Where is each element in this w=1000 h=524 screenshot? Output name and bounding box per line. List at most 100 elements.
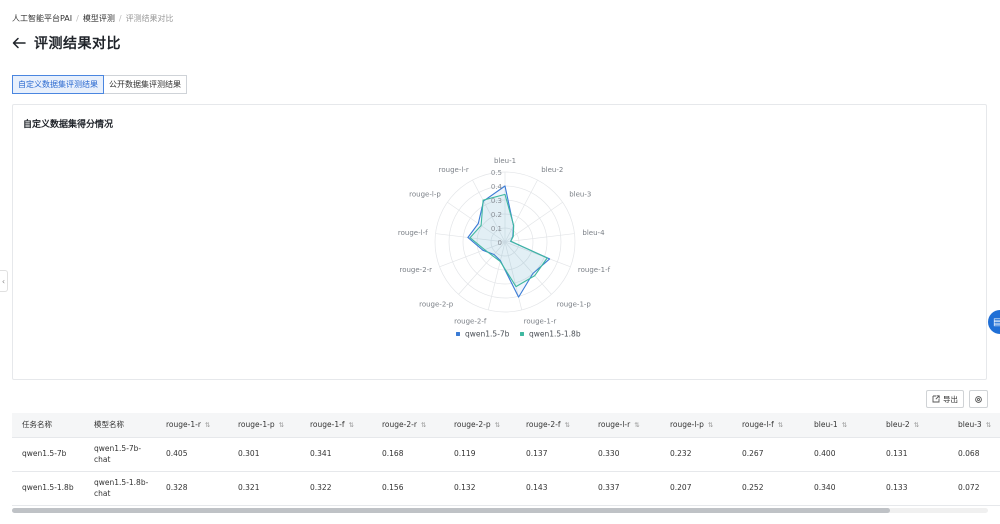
column-header-label: 模型名称 [94, 420, 124, 430]
radar-axis-label-bleu-1: bleu-1 [494, 157, 516, 165]
legend-swatch-qwen1.5-7b [456, 332, 460, 336]
radar-tick-label: 0.1 [491, 225, 502, 233]
tab-custom-dataset[interactable]: 自定义数据集评测结果 [12, 75, 104, 94]
sort-icon[interactable]: ⇅ [205, 421, 210, 429]
chevron-left-icon: ‹ [1, 276, 6, 286]
sort-icon[interactable]: ⇅ [778, 421, 783, 429]
page-header: 评测结果对比 [12, 33, 121, 53]
radar-axis-label-rouge-2-r: rouge-2-r [399, 266, 432, 274]
legend-swatch-qwen1.5-1.8b [520, 332, 524, 336]
table-cell-rouge-1-f: 0.322 [300, 471, 372, 506]
table-cell-rouge-1-f: 0.341 [300, 437, 372, 472]
column-header-label: rouge-1-r [166, 420, 201, 430]
table-cell-rouge-l-p: 0.207 [660, 471, 732, 506]
export-icon [932, 395, 940, 403]
arrow-left-icon[interactable] [12, 36, 26, 50]
table-cell-任务名称: qwen1.5-7b [12, 437, 84, 472]
table-cell-bleu-1: 0.400 [804, 437, 876, 472]
table-cell-rouge-2-r: 0.156 [372, 471, 444, 506]
column-header-bleu-1[interactable]: bleu-1 ⇅ [804, 413, 876, 438]
radar-axis-label-rouge-2-p: rouge-2-p [419, 300, 454, 308]
table-cell-rouge-1-r: 0.328 [156, 471, 228, 506]
column-header-label: rouge-2-r [382, 420, 417, 430]
sort-icon[interactable]: ⇅ [279, 421, 284, 429]
column-header-rouge-l-p[interactable]: rouge-l-p ⇅ [660, 413, 732, 438]
table-cell-bleu-3: 0.072 [948, 471, 1000, 506]
column-header-rouge-1-f[interactable]: rouge-1-f ⇅ [300, 413, 372, 438]
column-header-label: rouge-l-r [598, 420, 631, 430]
column-header-rouge-l-r[interactable]: rouge-l-r ⇅ [588, 413, 660, 438]
radar-axis-label-bleu-4: bleu-4 [582, 229, 605, 237]
column-header-label: rouge-1-p [238, 420, 275, 430]
radar-axis-label-rouge-1-p: rouge-1-p [557, 300, 592, 308]
column-header-模型名称: 模型名称 [84, 413, 156, 438]
table-cell-rouge-l-f: 0.267 [732, 437, 804, 472]
table-cell-bleu-2: 0.133 [876, 471, 948, 506]
table-cell-rouge-1-p: 0.301 [228, 437, 300, 472]
sort-icon[interactable]: ⇅ [842, 421, 847, 429]
legend-label-qwen1.5-7b: qwen1.5-7b [465, 330, 510, 339]
radar-axis-label-bleu-3: bleu-3 [569, 191, 591, 199]
table-row: qwen1.5-1.8b qwen1.5-1.8b-chat 0.328 0.321 0… [12, 471, 1000, 506]
column-header-rouge-2-f[interactable]: rouge-2-f ⇅ [516, 413, 588, 438]
breadcrumb-separator: / [118, 14, 122, 23]
column-header-rouge-2-r[interactable]: rouge-2-r ⇅ [372, 413, 444, 438]
results-table: 任务名称 模型名称 rouge-1-r ⇅ rouge-1-p ⇅ rouge-1-f ⇅ ro… [12, 413, 1000, 506]
column-header-rouge-1-p[interactable]: rouge-1-p ⇅ [228, 413, 300, 438]
column-header-rouge-l-f[interactable]: rouge-l-f ⇅ [732, 413, 804, 438]
sort-icon[interactable]: ⇅ [564, 421, 569, 429]
breadcrumb-separator: / [76, 14, 79, 23]
radar-axis-label-rouge-l-r: rouge-l-r [439, 166, 469, 174]
table-cell-rouge-l-r: 0.337 [588, 471, 660, 506]
sort-icon[interactable]: ⇅ [495, 421, 500, 429]
export-label: 导出 [943, 394, 958, 404]
column-header-rouge-1-r[interactable]: rouge-1-r ⇅ [156, 413, 228, 438]
breadcrumb-item-pai[interactable]: 人工智能平台PAI [12, 13, 72, 24]
breadcrumb-item-current: 评测结果对比 [125, 14, 174, 23]
chart-card-title: 自定义数据集得分情况 [23, 120, 114, 130]
export-button[interactable]: 导出 [926, 390, 964, 408]
column-header-bleu-2[interactable]: bleu-2 ⇅ [876, 413, 948, 438]
table-header-row: 任务名称 模型名称 rouge-1-r ⇅ rouge-1-p ⇅ rouge-1-f ⇅ ro… [12, 413, 1000, 438]
radar-axis-label-rouge-1-f: rouge-1-f [578, 266, 611, 274]
column-header-rouge-2-p[interactable]: rouge-2-p ⇅ [444, 413, 516, 438]
sidebar-collapse-handle[interactable]: ‹ [0, 270, 8, 292]
table-cell-rouge-2-p: 0.132 [444, 471, 516, 506]
radar-axis-label-rouge-2-f: rouge-2-f [454, 318, 487, 326]
table-cell-rouge-2-p: 0.119 [444, 437, 516, 472]
result-tabs: 自定义数据集评测结果 公开数据集评测结果 [12, 75, 187, 94]
breadcrumb: 人工智能平台PAI / 模型评测 / 评测结果对比 [12, 13, 174, 24]
scrollbar-thumb[interactable] [12, 508, 890, 513]
table-toolbar: 导出 [926, 390, 988, 408]
page-title: 评测结果对比 [34, 36, 121, 52]
column-header-任务名称: 任务名称 [12, 413, 84, 438]
sort-icon[interactable]: ⇅ [986, 421, 991, 429]
table-cell-bleu-3: 0.068 [948, 437, 1000, 472]
column-header-label: bleu-1 [814, 420, 838, 430]
gear-icon [975, 395, 982, 403]
sort-icon[interactable]: ⇅ [421, 421, 426, 429]
results-table-container: 任务名称 模型名称 rouge-1-r ⇅ rouge-1-p ⇅ rouge-1-f ⇅ ro… [12, 413, 1000, 513]
sort-icon[interactable]: ⇅ [348, 421, 353, 429]
column-header-label: rouge-2-p [454, 420, 491, 430]
radar-tick-label: 0.2 [491, 211, 502, 219]
table-cell-模型名称: qwen1.5-7b-chat [84, 437, 156, 472]
legend-label-qwen1.5-1.8b: qwen1.5-1.8b [529, 330, 581, 339]
tab-public-dataset[interactable]: 公开数据集评测结果 [104, 75, 187, 94]
column-header-bleu-3[interactable]: bleu-3 ⇅ [948, 413, 1000, 438]
sort-icon[interactable]: ⇅ [914, 421, 919, 429]
table-row: qwen1.5-7b qwen1.5-7b-chat 0.405 0.301 0.341… [12, 437, 1000, 472]
settings-button[interactable] [969, 390, 988, 408]
radar-tick-label: 0 [498, 239, 502, 247]
horizontal-scrollbar[interactable] [12, 508, 988, 513]
column-header-label: rouge-l-p [670, 420, 704, 430]
chart-card: 0 0.1 0.2 0.3 0.4 0.5 bleu-1 bleu-2 bleu-3 bleu-4… [12, 104, 987, 380]
table-cell-rouge-l-r: 0.330 [588, 437, 660, 472]
floating-help-button[interactable]: ▤ [988, 310, 1000, 334]
sort-icon[interactable]: ⇅ [634, 421, 639, 429]
column-header-label: rouge-1-f [310, 420, 345, 430]
column-header-label: rouge-2-f [526, 420, 561, 430]
breadcrumb-item-model-eval[interactable]: 模型评测 [83, 13, 115, 24]
sort-icon[interactable]: ⇅ [708, 421, 713, 429]
table-cell-rouge-1-p: 0.321 [228, 471, 300, 506]
